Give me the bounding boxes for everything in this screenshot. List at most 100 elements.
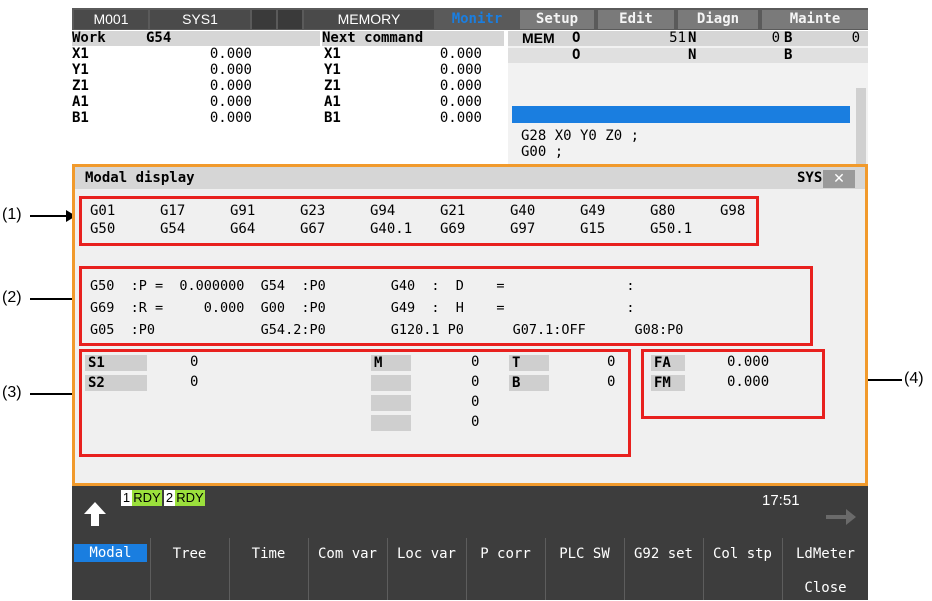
modal-title-bar: Modal display SYS1 ✕ [75, 167, 865, 189]
close-icon[interactable]: ✕ [823, 170, 855, 188]
menu-item-col-stp[interactable]: Col stp [703, 538, 781, 600]
menu-close-label[interactable]: Close [783, 580, 868, 596]
tab-monitor[interactable]: Monitr [436, 10, 518, 29]
next-axis-value: 0.000 [439, 110, 482, 126]
feed-value: 0.000 [727, 354, 770, 370]
menu-label: Time [251, 546, 286, 562]
menu-label: Loc var [396, 546, 456, 562]
annotation-2-line [30, 298, 72, 300]
menu-item-ldmeter[interactable]: LdMeter Close [782, 538, 868, 600]
annotation-3-line [30, 393, 78, 395]
gcode: G01 [90, 203, 116, 219]
next-axis-value: 0.000 [439, 62, 482, 78]
clock-time: 17:51 [762, 492, 800, 509]
menu-item-com-var[interactable]: Com var [308, 538, 386, 600]
spindle-label: S1 [85, 355, 147, 371]
next-axis-label: X1 [324, 46, 341, 62]
rdy-system-2: RDY [175, 490, 205, 506]
menu-item-g92-set[interactable]: G92 set [624, 538, 702, 600]
work-axis-value: 0.000 [209, 110, 252, 126]
menu-item-tree[interactable]: Tree [150, 538, 228, 600]
menu-item-modal[interactable]: Modal [72, 538, 149, 600]
b-code-label: B [509, 375, 549, 391]
gcode: G67 [300, 221, 326, 237]
menu-label: P corr [480, 546, 531, 562]
work-axis-label: Y1 [72, 62, 89, 78]
program-mode: MEM [522, 30, 555, 46]
annotation-3: (3) [2, 384, 22, 401]
menu-item-time[interactable]: Time [229, 538, 307, 600]
top-status-bar: M001 SYS1 MEMORY Monitr Setup Edit Diagn… [72, 8, 868, 30]
gcode: G91 [230, 203, 256, 219]
menu-label: Col stp [712, 546, 772, 562]
gcode: G49 [580, 203, 606, 219]
work-axis-value: 0.000 [209, 94, 252, 110]
up-arrow-icon[interactable] [82, 500, 108, 528]
next-axis-value: 0.000 [439, 46, 482, 62]
feed-label: FM [651, 375, 685, 391]
menu-label: Com var [317, 546, 377, 562]
annotation-4: (4) [904, 370, 924, 387]
m-code-label: M [371, 355, 411, 371]
gcode: G64 [230, 221, 256, 237]
gcode: G80 [650, 203, 676, 219]
work-axis-value: 0.000 [209, 46, 252, 62]
annotation-1: (1) [2, 206, 22, 223]
status-cell [278, 10, 302, 29]
program-o-value: 51 [669, 30, 686, 46]
m-code-value: 0 [471, 354, 480, 370]
m-code-value: 0 [471, 394, 480, 410]
work-axis-label: B1 [72, 110, 89, 126]
work-axis-value: 0.000 [209, 62, 252, 78]
gcode: G98 [720, 203, 746, 219]
next-axis-label: Z1 [324, 78, 341, 94]
gcode: G97 [510, 221, 536, 237]
program-scrollbar[interactable] [856, 88, 866, 164]
gcode-detail-row: G05 :P0 G54.2:P0 G120.1 P0 G07.1:OFF G08… [90, 322, 684, 338]
t-code-label: T [509, 355, 549, 371]
rdy-system-1: RDY [132, 490, 162, 506]
program-b-value: 0 [851, 30, 860, 46]
tab-diagnosis[interactable]: Diagn [678, 10, 758, 29]
work-axis-label: Z1 [72, 78, 89, 94]
operation-mode: MEMORY [304, 10, 434, 29]
m-code-label-empty [371, 375, 411, 391]
m-code-value: 0 [471, 374, 480, 390]
gcode: G54 [160, 221, 186, 237]
gcode: G50 [90, 221, 116, 237]
work-coord-header: Work G54 [72, 31, 320, 46]
gcode: G17 [160, 203, 186, 219]
menu-label: PLC SW [559, 546, 610, 562]
program-n-value: 0 [771, 30, 780, 46]
gcode: G23 [300, 203, 326, 219]
menu-bar: Modal Tree Time Com var Loc var P corr P… [72, 538, 868, 600]
next-axis-label: A1 [324, 94, 341, 110]
next-axis-label: B1 [324, 110, 341, 126]
menu-item-plc-sw[interactable]: PLC SW [545, 538, 623, 600]
right-arrow-icon[interactable] [824, 506, 858, 528]
program-b-label: B [784, 30, 793, 46]
status-row: 1 RDY 2 RDY 17:51 [72, 486, 868, 538]
tab-edit[interactable]: Edit [598, 10, 674, 29]
m-code-label-empty [371, 395, 411, 411]
tab-setup[interactable]: Setup [520, 10, 594, 29]
gcode-detail-row: G69 :R = 0.000 G00 :P0 G49 : H = : [90, 300, 635, 316]
work-axis-label: A1 [72, 94, 89, 110]
menu-item-p-corr[interactable]: P corr [466, 538, 544, 600]
spindle-value: 0 [190, 374, 199, 390]
spindle-label: S2 [85, 375, 147, 391]
menu-item-loc-var[interactable]: Loc var [387, 538, 465, 600]
feed-value: 0.000 [727, 374, 770, 390]
gcode: G21 [440, 203, 466, 219]
tab-maintenance[interactable]: Mainte [762, 10, 868, 29]
system-name: SYS1 [150, 10, 250, 29]
annotation-2: (2) [2, 289, 22, 306]
work-title: Work [72, 30, 106, 46]
rdy-system-1-number: 1 [121, 490, 132, 506]
modal-title: Modal display [85, 170, 195, 186]
program-b2-label: B [784, 47, 793, 63]
modal-display-window: Modal display SYS1 ✕ G01 G17 G91 G23 G94… [72, 164, 868, 486]
feed-label: FA [651, 355, 685, 371]
gcode: G69 [440, 221, 466, 237]
work-axis-value: 0.000 [209, 78, 252, 94]
